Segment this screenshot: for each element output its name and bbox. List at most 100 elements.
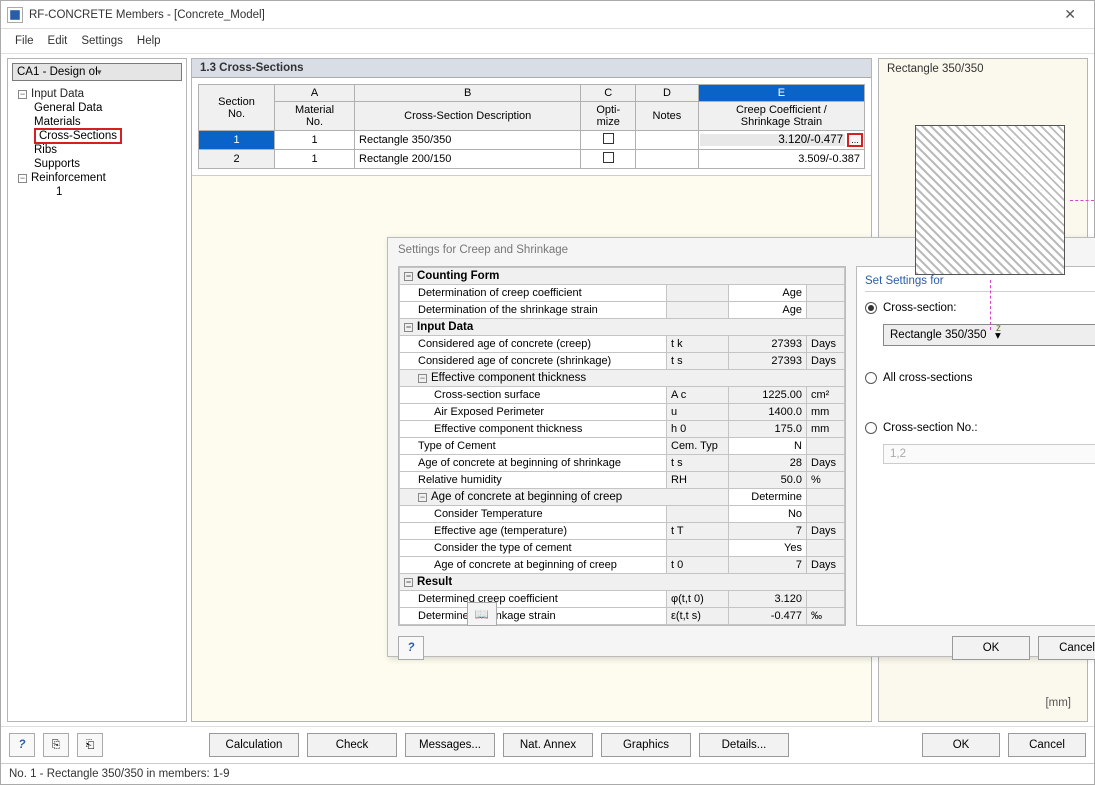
cell-notes[interactable]: [636, 150, 699, 169]
menu-bar: File Edit Settings Help: [1, 29, 1094, 54]
col-material-no[interactable]: Material No.: [275, 102, 355, 131]
row-label[interactable]: Considered age of concrete (shrinkage): [400, 353, 667, 370]
row-label[interactable]: Determination of the shrinkage strain: [400, 302, 667, 319]
preview-unit: [mm]: [1045, 697, 1071, 709]
main-pane: 1.3 Cross-Sections Section No. A B C D E…: [191, 58, 872, 722]
import-button[interactable]: ⎗: [77, 733, 103, 757]
status-bar: No. 1 - Rectangle 350/350 in members: 1-…: [1, 763, 1094, 784]
col-letter-a[interactable]: A: [275, 85, 355, 102]
close-icon[interactable]: ✕: [1052, 2, 1088, 27]
preview-panel: Rectangle 350/350 [mm]: [878, 58, 1088, 722]
cell-section-no[interactable]: 1: [199, 131, 275, 150]
col-letter-c[interactable]: C: [581, 85, 636, 102]
tree-root[interactable]: −Input Data: [12, 87, 182, 101]
case-selector[interactable]: CA1 - Design of concrete memb ▾: [12, 63, 182, 81]
creep-edit-button[interactable]: ...: [847, 133, 863, 147]
axis-y: [1070, 200, 1095, 201]
row-label[interactable]: Effective component thickness: [400, 421, 667, 438]
tree-cross-sections[interactable]: Cross-Sections: [12, 129, 182, 143]
row-label[interactable]: Age of concrete at beginning of shrinkag…: [400, 455, 667, 472]
tree-general-data[interactable]: General Data: [12, 101, 182, 115]
checkbox-icon[interactable]: [603, 133, 614, 144]
title-bar: RF-CONCRETE Members - [Concrete_Model] ✕: [1, 1, 1094, 29]
cat-result: −Result: [400, 574, 845, 591]
calculation-button[interactable]: Calculation: [209, 733, 299, 757]
chevron-down-icon: ▾: [97, 67, 177, 78]
cell-description[interactable]: Rectangle 200/150: [355, 150, 581, 169]
tree-supports[interactable]: Supports: [12, 157, 182, 171]
checkbox-icon[interactable]: [603, 152, 614, 163]
col-notes[interactable]: Notes: [636, 102, 699, 131]
tree-reinforcement-1[interactable]: 1: [12, 185, 182, 199]
library-button[interactable]: 📖: [467, 602, 497, 626]
cross-sections-table[interactable]: Section No. A B C D E Material No. Cross…: [198, 84, 865, 169]
check-button[interactable]: Check: [307, 733, 397, 757]
book-icon: 📖: [475, 607, 489, 621]
row-label[interactable]: Determined shrinkage strain: [400, 608, 667, 625]
row-label[interactable]: Age of concrete at beginning of creep: [400, 557, 667, 574]
details-button[interactable]: Details...: [699, 733, 789, 757]
row-label[interactable]: Type of Cement: [400, 438, 667, 455]
cell-material-no[interactable]: 1: [275, 150, 355, 169]
row-label[interactable]: Cross-section surface: [400, 387, 667, 404]
table-row[interactable]: 1 1 Rectangle 350/350 3.120/-0.477 ...: [199, 131, 865, 150]
tree-reinforcement[interactable]: −Reinforcement: [12, 171, 182, 185]
row-label[interactable]: Air Exposed Perimeter: [400, 404, 667, 421]
menu-edit[interactable]: Edit: [42, 33, 74, 49]
row-label[interactable]: Effective age (temperature): [400, 523, 667, 540]
col-letter-b[interactable]: B: [355, 85, 581, 102]
table-row[interactable]: 2 1 Rectangle 200/150 3.509/-0.387: [199, 150, 865, 169]
radio-icon: [865, 372, 877, 384]
settings-table[interactable]: −Counting Form Determination of creep co…: [398, 266, 846, 626]
cancel-button[interactable]: Cancel: [1008, 733, 1086, 757]
cat-input: −Input Data: [400, 319, 845, 336]
cell-creep[interactable]: 3.120/-0.477 ...: [698, 131, 864, 150]
cell-description[interactable]: Rectangle 350/350: [355, 131, 581, 150]
graphics-button[interactable]: Graphics: [601, 733, 691, 757]
nat-annex-button[interactable]: Nat. Annex: [503, 733, 593, 757]
tree-materials[interactable]: Materials: [12, 115, 182, 129]
menu-settings[interactable]: Settings: [75, 33, 129, 49]
col-optimize[interactable]: Opti- mize: [581, 102, 636, 131]
menu-help[interactable]: Help: [131, 33, 167, 49]
section-shape: [915, 125, 1065, 275]
axis-z: [990, 280, 991, 330]
col-creep[interactable]: Creep Coefficient / Shrinkage Strain: [698, 102, 864, 131]
cell-notes[interactable]: [636, 131, 699, 150]
row-label[interactable]: Relative humidity: [400, 472, 667, 489]
radio-icon: [865, 422, 877, 434]
window-title: RF-CONCRETE Members - [Concrete_Model]: [29, 9, 1052, 21]
row-label[interactable]: Considered age of concrete (creep): [400, 336, 667, 353]
help-button[interactable]: ?: [9, 733, 35, 757]
cell-optimize[interactable]: [581, 131, 636, 150]
cell-optimize[interactable]: [581, 150, 636, 169]
cat-age-creep: −Age of concrete at beginning of creep: [400, 489, 729, 506]
tree-ribs[interactable]: Ribs: [12, 143, 182, 157]
col-description[interactable]: Cross-Section Description: [355, 102, 581, 131]
ok-button[interactable]: OK: [922, 733, 1000, 757]
row-label[interactable]: Consider Temperature: [400, 506, 667, 523]
creep-value: 3.120/-0.477: [700, 134, 845, 146]
export-button[interactable]: ⎘: [43, 733, 69, 757]
preview-title: Rectangle 350/350: [879, 59, 1087, 79]
cell-section-no[interactable]: 2: [199, 150, 275, 169]
bottom-toolbar: ? ⎘ ⎗ Calculation Check Messages... Nat.…: [1, 726, 1094, 763]
col-section-no[interactable]: Section No.: [199, 85, 275, 131]
row-label[interactable]: Determination of creep coefficient: [400, 285, 667, 302]
col-letter-d[interactable]: D: [636, 85, 699, 102]
app-icon: [7, 7, 23, 23]
messages-button[interactable]: Messages...: [405, 733, 495, 757]
col-letter-e[interactable]: E: [698, 85, 864, 102]
cell-creep[interactable]: 3.509/-0.387: [698, 150, 864, 169]
menu-file[interactable]: File: [9, 33, 40, 49]
cat-eff-thickness: −Effective component thickness: [400, 370, 845, 387]
row-label[interactable]: Determined creep coefficient: [400, 591, 667, 608]
cat-counting: −Counting Form: [400, 268, 845, 285]
preview-canvas: [mm]: [885, 85, 1081, 715]
cell-material-no[interactable]: 1: [275, 131, 355, 150]
tab-title: 1.3 Cross-Sections: [192, 59, 871, 78]
row-label[interactable]: Consider the type of cement: [400, 540, 667, 557]
dialog-help-button[interactable]: ?: [398, 636, 424, 660]
sidebar: CA1 - Design of concrete memb ▾ −Input D…: [7, 58, 187, 722]
nav-tree: −Input Data General Data Materials Cross…: [8, 85, 186, 721]
